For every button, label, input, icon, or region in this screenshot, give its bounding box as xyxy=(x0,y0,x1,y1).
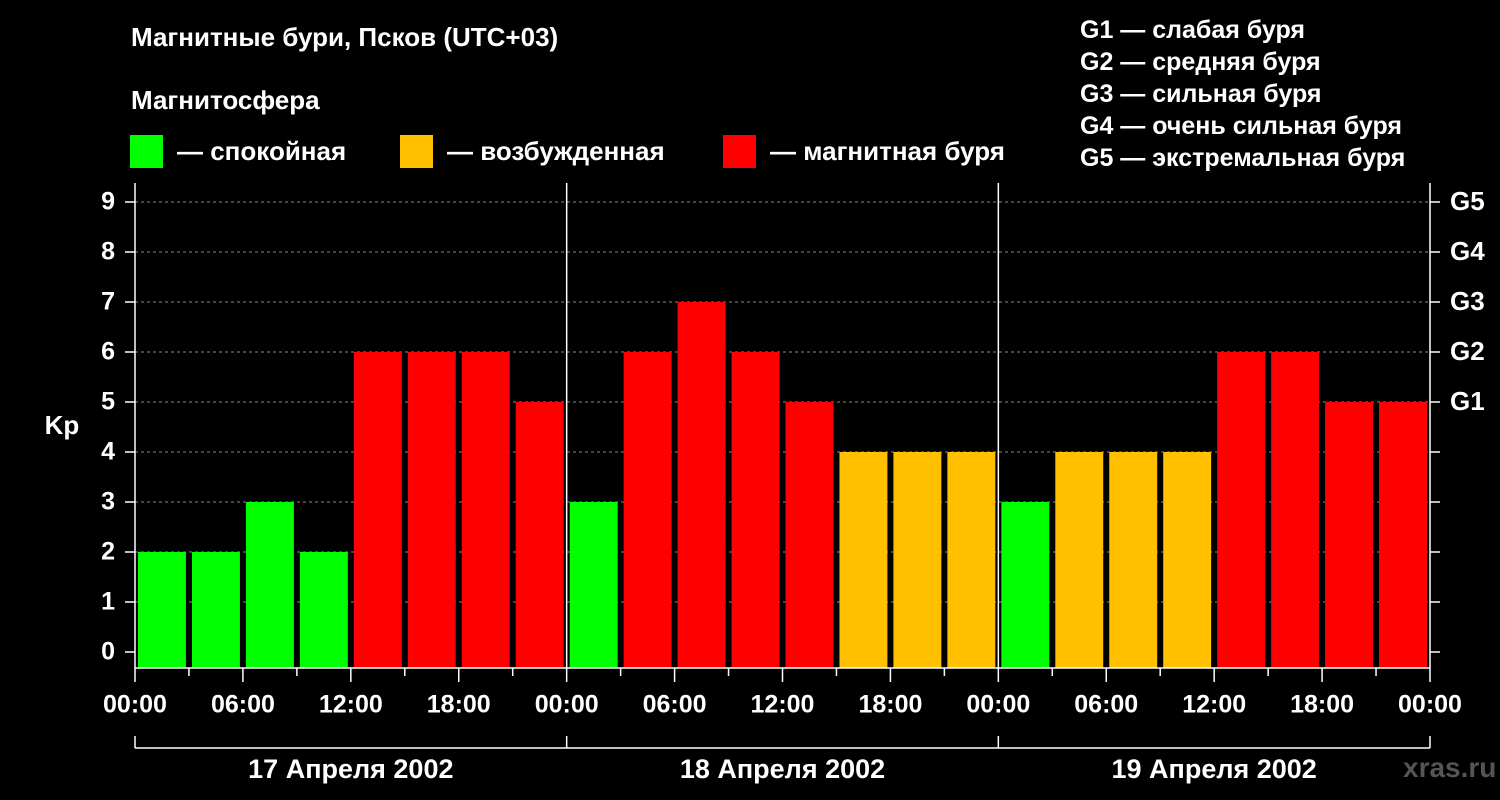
kp-bar-chart: 0 1 2 3 4 5 6 7 8 9 Kp G1 G2 G3 G4 G5 00:00 06:00 12:00 18:… xyxy=(45,183,1485,784)
bar-21 xyxy=(1271,352,1320,668)
bar-14 xyxy=(893,452,942,668)
watermark: xras.ru xyxy=(1403,752,1497,783)
x-tick-label-4: 00:00 xyxy=(535,691,599,719)
bar-15 xyxy=(947,452,996,668)
bar-17 xyxy=(1055,452,1104,668)
right-tick-label-g5: G5 xyxy=(1450,186,1485,216)
bar-6 xyxy=(461,352,510,668)
bar-1 xyxy=(191,552,240,668)
x-tick-label-8: 00:00 xyxy=(966,691,1030,719)
bar-3 xyxy=(299,552,348,668)
x-tick-label-11: 18:00 xyxy=(1290,691,1354,719)
bar-22 xyxy=(1325,402,1374,668)
y-tick-label-5: 5 xyxy=(101,388,115,416)
bar-13 xyxy=(839,452,888,668)
bar-4 xyxy=(353,352,402,668)
right-tick-label-g1: G1 xyxy=(1450,386,1485,416)
x-tick-label-5: 06:00 xyxy=(643,691,707,719)
right-tick-label-g4: G4 xyxy=(1450,236,1485,266)
y-tick-label-2: 2 xyxy=(101,538,115,566)
y-tick-label-4: 4 xyxy=(101,438,115,466)
bar-0 xyxy=(138,552,186,668)
bar-16 xyxy=(1001,502,1050,668)
day-label-2: 19 Апреля 2002 xyxy=(1112,754,1317,784)
bar-11 xyxy=(731,352,780,668)
day-label-0: 17 Апреля 2002 xyxy=(248,754,453,784)
x-tick-label-0: 00:00 xyxy=(103,691,167,719)
x-tick-label-9: 06:00 xyxy=(1074,691,1138,719)
y-axis-label: Kp xyxy=(45,410,80,440)
bar-20 xyxy=(1217,352,1266,668)
bar-19 xyxy=(1163,452,1212,668)
x-tick-label-3: 18:00 xyxy=(427,691,491,719)
y-tick-label-6: 6 xyxy=(101,338,115,366)
bar-23 xyxy=(1379,402,1427,668)
y-tick-label-9: 9 xyxy=(101,188,115,216)
bar-10 xyxy=(677,302,726,668)
y-tick-label-8: 8 xyxy=(101,238,115,266)
x-tick-label-12: 00:00 xyxy=(1398,691,1462,719)
bar-9 xyxy=(623,352,672,668)
x-tick-label-6: 12:00 xyxy=(751,691,815,719)
x-tick-label-2: 12:00 xyxy=(319,691,383,719)
bar-18 xyxy=(1109,452,1158,668)
bar-5 xyxy=(407,352,456,668)
x-tick-label-10: 12:00 xyxy=(1182,691,1246,719)
bar-12 xyxy=(785,402,834,668)
right-tick-label-g3: G3 xyxy=(1450,286,1485,316)
y-tick-label-0: 0 xyxy=(101,638,115,666)
y-tick-label-7: 7 xyxy=(101,288,115,316)
bar-7 xyxy=(515,402,564,668)
y-tick-label-1: 1 xyxy=(101,588,115,616)
x-tick-label-1: 06:00 xyxy=(211,691,275,719)
day-label-1: 18 Апреля 2002 xyxy=(680,754,885,784)
right-tick-label-g2: G2 xyxy=(1450,336,1485,366)
y-tick-label-3: 3 xyxy=(101,488,115,516)
bar-8 xyxy=(569,502,618,668)
x-tick-label-7: 18:00 xyxy=(858,691,922,719)
bar-2 xyxy=(245,502,294,668)
